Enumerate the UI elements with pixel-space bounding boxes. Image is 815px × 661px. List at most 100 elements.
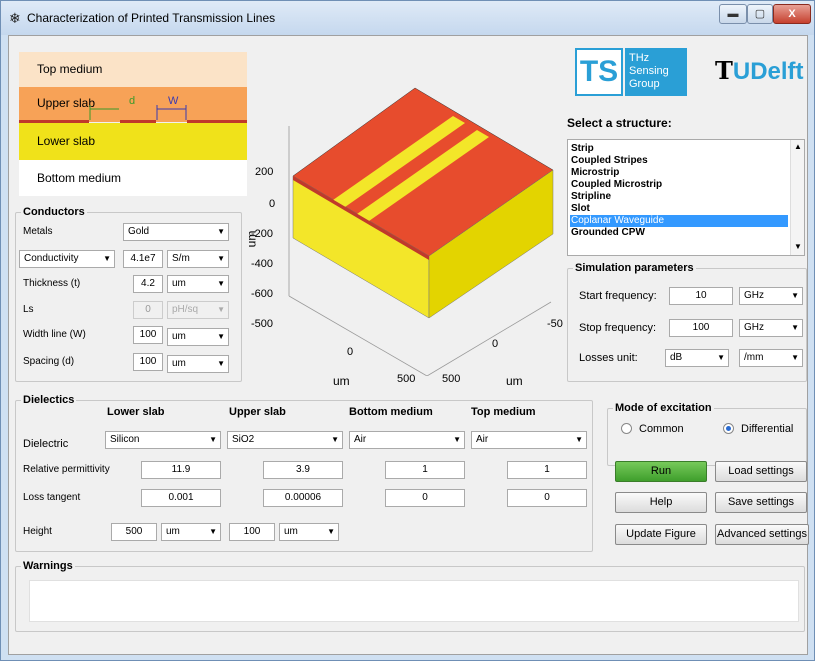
y-axis-label: um (244, 230, 259, 248)
scroll-up-icon[interactable]: ▲ (794, 142, 802, 151)
ls-input: 0 (133, 301, 163, 319)
structure-item-coupled-stripes[interactable]: Coupled Stripes (570, 155, 788, 167)
dropdown-arrow-icon: ▼ (217, 332, 225, 341)
tudelft-text: UDelft (732, 58, 804, 85)
loss-bottom-input[interactable]: 0 (385, 489, 465, 507)
dropdown-arrow-icon: ▼ (209, 435, 217, 444)
update-figure-button[interactable]: Update Figure (615, 524, 707, 545)
app-window: ❄ Characterization of Printed Transmissi… (0, 0, 815, 661)
x-left-axis-label: um (333, 374, 350, 388)
conductivity-mode-dropdown[interactable]: Conductivity ▼ (19, 250, 115, 268)
run-button[interactable]: Run (615, 461, 707, 482)
dropdown-arrow-icon: ▼ (791, 353, 799, 362)
width-line-input[interactable]: 100 (133, 326, 163, 344)
spacing-input[interactable]: 100 (133, 353, 163, 371)
minimize-button[interactable]: ▬ (719, 4, 747, 24)
window-title: Characterization of Printed Transmission… (27, 11, 276, 25)
start-frequency-input[interactable]: 10 (669, 287, 733, 305)
structure-item-strip[interactable]: Strip (570, 143, 788, 155)
dielectric-bottom-value: Air (354, 434, 367, 445)
structure-3d-plot[interactable]: 200 0 -200 -400 -600 um -500 0 500 um -5… (244, 86, 569, 388)
load-settings-button[interactable]: Load settings (715, 461, 807, 482)
scroll-down-icon[interactable]: ▼ (794, 242, 802, 251)
height-lower-unit-dropdown[interactable]: um ▼ (161, 523, 221, 541)
dielectric-bottom-dropdown[interactable]: Air ▼ (349, 431, 465, 449)
y-tick-1: 0 (269, 198, 276, 210)
conductivity-unit-value: S/m (172, 253, 190, 264)
structure-item-coplanar-waveguide[interactable]: Coplanar Waveguide (570, 215, 788, 227)
metals-dropdown[interactable]: Gold ▼ (123, 223, 229, 241)
structure-list-scrollbar[interactable]: ▲ ▼ (790, 140, 804, 255)
structure-list[interactable]: Strip Coupled Stripes Microstrip Coupled… (567, 139, 805, 256)
dielectric-upper-dropdown[interactable]: SiO2 ▼ (227, 431, 343, 449)
spacing-unit-value: um (172, 358, 186, 369)
structure-item-grounded-cpw[interactable]: Grounded CPW (570, 227, 788, 239)
layer-bottom-medium: Bottom medium (19, 160, 247, 196)
logo-sensing: Sensing (629, 65, 669, 77)
x-left-tick-1: 500 (397, 373, 416, 385)
thickness-unit-dropdown[interactable]: um ▼ (167, 275, 229, 293)
dielectric-top-dropdown[interactable]: Air ▼ (471, 431, 587, 449)
y-tick-0: 200 (255, 166, 274, 178)
simulation-title: Simulation parameters (573, 262, 696, 274)
layer-top-medium: Top medium (19, 52, 247, 87)
dielectrics-title: Dielectics (21, 394, 77, 406)
spacing-unit-dropdown[interactable]: um ▼ (167, 355, 229, 373)
conductivity-unit-dropdown[interactable]: S/m ▼ (167, 250, 229, 268)
thz-sensing-logo: TS THz Sensing Group (575, 48, 705, 96)
structure-item-coupled-microstrip[interactable]: Coupled Microstrip (570, 179, 788, 191)
stop-frequency-input[interactable]: 100 (669, 319, 733, 337)
save-settings-button[interactable]: Save settings (715, 492, 807, 513)
excitation-title: Mode of excitation (613, 402, 714, 414)
losses-per-dropdown[interactable]: /mm ▼ (739, 349, 803, 367)
height-lower-input[interactable]: 500 (111, 523, 157, 541)
close-button[interactable]: X (773, 4, 811, 24)
permittivity-bottom-input[interactable]: 1 (385, 461, 465, 479)
help-button[interactable]: Help (615, 492, 707, 513)
width-line-unit-value: um (172, 331, 186, 342)
loss-upper-input[interactable]: 0.00006 (263, 489, 343, 507)
height-lower-unit-value: um (166, 526, 180, 537)
dropdown-arrow-icon: ▼ (217, 254, 225, 263)
start-frequency-unit-dropdown[interactable]: GHz ▼ (739, 287, 803, 305)
permittivity-top-input[interactable]: 1 (507, 461, 587, 479)
stop-frequency-unit-dropdown[interactable]: GHz ▼ (739, 319, 803, 337)
height-upper-input[interactable]: 100 (229, 523, 275, 541)
conductivity-input[interactable]: 4.1e7 (123, 250, 163, 268)
advanced-settings-button[interactable]: Advanced settings (715, 524, 809, 545)
spacing-d-label: d (129, 95, 136, 107)
spacing-label: Spacing (d) (23, 356, 75, 367)
structure-select-title: Select a structure: (567, 116, 672, 130)
thickness-input[interactable]: 4.2 (133, 275, 163, 293)
height-upper-unit-dropdown[interactable]: um ▼ (279, 523, 339, 541)
loss-top-input[interactable]: 0 (507, 489, 587, 507)
common-radio[interactable] (621, 423, 632, 434)
metals-label: Metals (23, 226, 53, 237)
thz-group-label: THz Sensing Group (625, 48, 687, 96)
stop-unit-value: GHz (744, 322, 764, 333)
differential-radio[interactable] (723, 423, 734, 434)
width-line-unit-dropdown[interactable]: um ▼ (167, 328, 229, 346)
header-top-medium: Top medium (471, 406, 536, 418)
structure-item-slot[interactable]: Slot (570, 203, 788, 215)
dielectric-lower-dropdown[interactable]: Silicon ▼ (105, 431, 221, 449)
dropdown-arrow-icon: ▼ (217, 359, 225, 368)
start-unit-value: GHz (744, 290, 764, 301)
title-bar: ❄ Characterization of Printed Transmissi… (1, 1, 814, 35)
layer-bottom-label: Bottom medium (37, 171, 122, 185)
losses-unit-label: Losses unit: (579, 352, 638, 364)
header-upper-slab: Upper slab (229, 406, 286, 418)
structure-item-microstrip[interactable]: Microstrip (570, 167, 788, 179)
dropdown-arrow-icon: ▼ (209, 527, 217, 536)
permittivity-upper-input[interactable]: 3.9 (263, 461, 343, 479)
permittivity-lower-input[interactable]: 11.9 (141, 461, 221, 479)
conductor-cross-section (19, 105, 247, 124)
maximize-button[interactable]: ▢ (747, 4, 773, 24)
loss-lower-input[interactable]: 0.001 (141, 489, 221, 507)
x-right-tick-1: 0 (492, 338, 499, 350)
losses-unit-dropdown[interactable]: dB ▼ (665, 349, 729, 367)
dropdown-arrow-icon: ▼ (791, 323, 799, 332)
thickness-unit-value: um (172, 278, 186, 289)
excitation-group (607, 408, 807, 466)
structure-item-stripline[interactable]: Stripline (570, 191, 788, 203)
